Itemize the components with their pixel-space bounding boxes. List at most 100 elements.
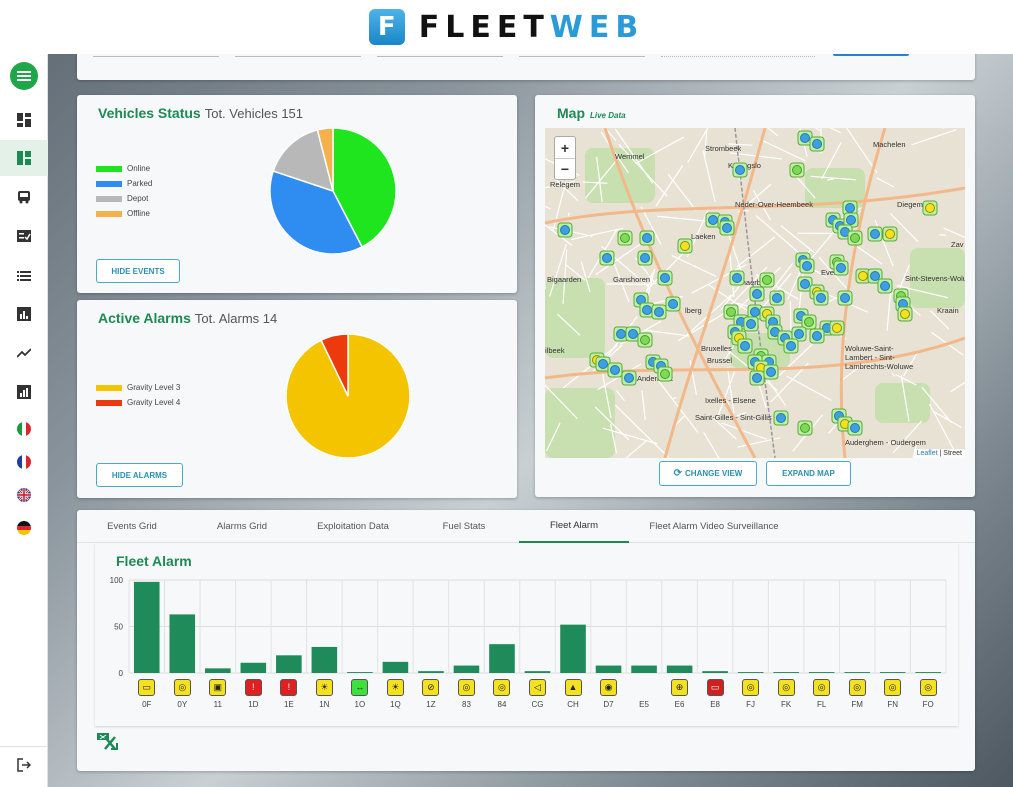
map-vehicle-marker[interactable] xyxy=(829,320,845,336)
map-vehicle-marker[interactable] xyxy=(749,370,765,386)
sidebar-item-vehicles[interactable] xyxy=(0,179,48,215)
filter-field-5[interactable] xyxy=(661,56,815,57)
map-vehicle-marker[interactable] xyxy=(809,136,825,152)
map-vehicle-marker[interactable] xyxy=(769,290,785,306)
chart-bar-e6[interactable] xyxy=(666,665,693,673)
legend-item-gravity-4[interactable]: Gravity Level 4 xyxy=(96,395,180,410)
sidebar-menu-button[interactable] xyxy=(0,58,48,94)
map-vehicle-marker[interactable] xyxy=(639,230,655,246)
sidebar-item-statistics[interactable] xyxy=(0,374,48,410)
chart-bar-fj[interactable] xyxy=(737,672,764,673)
vehicles-status-pie-chart[interactable] xyxy=(270,128,396,254)
map-vehicle-marker[interactable] xyxy=(677,238,693,254)
chart-bar-e8[interactable] xyxy=(702,671,728,673)
chart-bar-11[interactable] xyxy=(205,668,231,673)
map-vehicle-marker[interactable] xyxy=(773,410,789,426)
chart-bar-fm[interactable] xyxy=(844,672,870,673)
sidebar-item-checklist[interactable] xyxy=(0,218,48,254)
chart-bar-fk[interactable] xyxy=(773,672,799,673)
chart-bar-84[interactable] xyxy=(489,644,515,673)
map-vehicle-marker[interactable] xyxy=(759,272,775,288)
map-vehicle-marker[interactable] xyxy=(799,258,815,274)
chart-bar-1z[interactable] xyxy=(418,671,444,673)
map-vehicle-marker[interactable] xyxy=(657,270,673,286)
map-vehicle-marker[interactable] xyxy=(607,362,623,378)
filter-field-2[interactable] xyxy=(235,56,361,57)
zoom-in-button[interactable]: + xyxy=(555,137,575,158)
sidebar-item-logout[interactable] xyxy=(0,747,48,783)
chart-bar-d7[interactable] xyxy=(595,665,622,673)
map-vehicle-marker[interactable] xyxy=(867,226,883,242)
app-logo[interactable]: F FLEETWEB xyxy=(368,9,645,45)
map-vehicle-marker[interactable] xyxy=(719,220,735,236)
tab-exploitation-data[interactable]: Exploitation Data xyxy=(297,510,409,543)
export-excel-button[interactable] xyxy=(97,731,121,758)
legend-item-gravity-3[interactable]: Gravity Level 3 xyxy=(96,380,180,395)
legend-item-online[interactable]: Online xyxy=(96,161,152,176)
expand-map-button[interactable]: EXPAND MAP xyxy=(766,461,851,486)
map-vehicle-marker[interactable] xyxy=(651,304,667,320)
chart-bar-1n[interactable] xyxy=(311,646,338,673)
map-vehicle-marker[interactable] xyxy=(617,230,633,246)
map-vehicle-marker[interactable] xyxy=(732,162,748,178)
chart-bar-1q[interactable] xyxy=(382,661,409,673)
chart-bar-ch[interactable] xyxy=(560,624,586,673)
map-vehicle-marker[interactable] xyxy=(797,420,813,436)
map-vehicle-marker[interactable] xyxy=(729,270,745,286)
map-vehicle-marker[interactable] xyxy=(783,338,799,354)
change-view-button[interactable]: ⟳ CHANGE VIEW xyxy=(659,461,757,486)
chart-bar-1o[interactable] xyxy=(347,672,373,673)
chart-bar-0y[interactable] xyxy=(169,614,196,673)
tab-events-grid[interactable]: Events Grid xyxy=(77,510,187,543)
map-vehicle-marker[interactable] xyxy=(833,260,849,276)
sidebar-item-lang-en[interactable] xyxy=(0,477,48,513)
sidebar-item-lang-it[interactable] xyxy=(0,411,48,447)
chart-bar-1e[interactable] xyxy=(276,655,302,673)
map-vehicle-marker[interactable] xyxy=(621,370,637,386)
legend-item-offline[interactable]: Offline xyxy=(96,206,152,221)
chart-bar-fl[interactable] xyxy=(808,672,835,673)
map-vehicle-marker[interactable] xyxy=(737,338,753,354)
map-vehicle-marker[interactable] xyxy=(657,366,673,382)
chart-bar-83[interactable] xyxy=(453,665,480,673)
chart-bar-1d[interactable] xyxy=(240,662,267,673)
sidebar-item-list[interactable] xyxy=(0,257,48,293)
map-vehicle-marker[interactable] xyxy=(763,364,779,380)
active-alarms-pie-chart[interactable] xyxy=(286,334,410,458)
sidebar-item-lang-de[interactable] xyxy=(0,510,48,546)
map-vehicle-marker[interactable] xyxy=(789,162,805,178)
sidebar-item-trends[interactable] xyxy=(0,335,48,371)
filter-field-3[interactable] xyxy=(377,56,503,57)
filter-field-1[interactable] xyxy=(93,56,219,57)
map-vehicle-marker[interactable] xyxy=(809,328,825,344)
tab-fleet-alarm[interactable]: Fleet Alarm xyxy=(519,510,629,543)
chart-bar-cg[interactable] xyxy=(524,671,551,673)
filter-field-4[interactable] xyxy=(519,56,645,57)
map-vehicle-marker[interactable] xyxy=(557,222,573,238)
sidebar-item-dashboard[interactable] xyxy=(0,102,48,138)
sidebar-item-dashboard-alt[interactable] xyxy=(0,140,48,176)
hide-events-button[interactable]: HIDE EVENTS xyxy=(96,259,180,283)
tab-fuel-stats[interactable]: Fuel Stats xyxy=(409,510,519,543)
map-vehicle-marker[interactable] xyxy=(743,316,759,332)
legend-item-parked[interactable]: Parked xyxy=(96,176,152,191)
map-vehicle-marker[interactable] xyxy=(637,250,653,266)
chart-bar-fo[interactable] xyxy=(915,672,942,673)
sidebar-item-lang-fr[interactable] xyxy=(0,444,48,480)
chart-bar-e5[interactable] xyxy=(631,665,657,673)
map-vehicle-marker[interactable] xyxy=(877,278,893,294)
map-vehicle-marker[interactable] xyxy=(922,200,938,216)
map-vehicle-marker[interactable] xyxy=(599,250,615,266)
hide-alarms-button[interactable]: HIDE ALARMS xyxy=(96,463,183,487)
legend-item-depot[interactable]: Depot xyxy=(96,191,152,206)
sidebar-item-reports[interactable] xyxy=(0,296,48,332)
map-vehicle-marker[interactable] xyxy=(665,296,681,312)
map-vehicle-markers[interactable] xyxy=(545,128,965,458)
zoom-out-button[interactable]: − xyxy=(555,158,575,179)
map-canvas[interactable]: WemmelStrombeekMachelenRelegemKoningsloN… xyxy=(545,128,965,458)
map-vehicle-marker[interactable] xyxy=(847,420,863,436)
tab-fleet-alarm-video[interactable]: Fleet Alarm Video Surveillance xyxy=(629,510,799,543)
map-vehicle-marker[interactable] xyxy=(847,230,863,246)
tab-alarms-grid[interactable]: Alarms Grid xyxy=(187,510,297,543)
chart-bar-0f[interactable] xyxy=(133,581,160,673)
